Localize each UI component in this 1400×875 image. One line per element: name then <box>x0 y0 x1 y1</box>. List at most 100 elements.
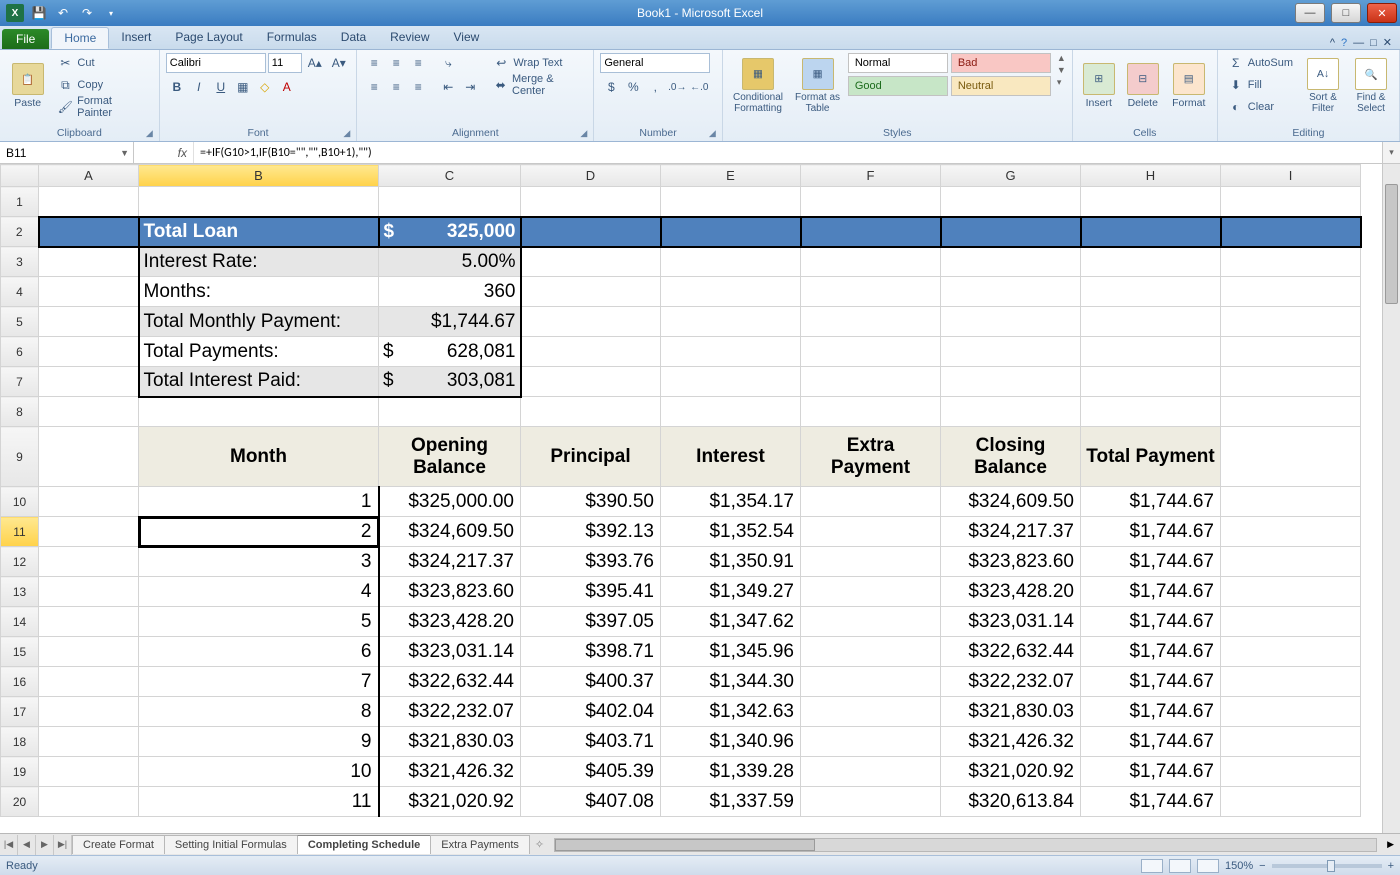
cell[interactable]: $321,426.32 <box>941 727 1081 757</box>
sort-filter-button[interactable]: A↓Sort & Filter <box>1301 53 1345 119</box>
cell[interactable] <box>1081 367 1221 397</box>
cell[interactable]: 9 <box>139 727 379 757</box>
cell[interactable] <box>941 337 1081 367</box>
window-restore-icon[interactable]: □ <box>1370 37 1377 49</box>
cell[interactable]: 1 <box>139 487 379 517</box>
styles-down-icon[interactable]: ▼ <box>1057 65 1066 75</box>
cell[interactable] <box>521 367 661 397</box>
increase-indent-icon[interactable]: ⇥ <box>459 77 481 97</box>
cell[interactable] <box>1081 217 1221 247</box>
cell[interactable] <box>39 427 139 487</box>
cell[interactable] <box>521 307 661 337</box>
cell[interactable] <box>39 697 139 727</box>
select-all-corner[interactable] <box>1 165 39 187</box>
window-min-icon[interactable]: — <box>1353 37 1364 49</box>
row-header-9[interactable]: 9 <box>1 427 39 487</box>
cell[interactable] <box>801 577 941 607</box>
col-header-C[interactable]: C <box>379 165 521 187</box>
minimize-button[interactable]: — <box>1295 3 1325 23</box>
cell[interactable]: $323,823.60 <box>941 547 1081 577</box>
tab-nav-prev-icon[interactable]: ◀ <box>18 835 36 855</box>
cell[interactable]: 7 <box>139 667 379 697</box>
cell[interactable] <box>661 247 801 277</box>
align-bottom-icon[interactable]: ≡ <box>407 53 429 73</box>
cell[interactable] <box>1221 487 1361 517</box>
cell[interactable] <box>1221 547 1361 577</box>
cell[interactable] <box>801 247 941 277</box>
cell[interactable]: $321,830.03 <box>379 727 521 757</box>
accounting-format-icon[interactable]: $ <box>600 77 622 97</box>
cell[interactable] <box>39 187 139 217</box>
hscroll-right-icon[interactable]: ▶ <box>1381 839 1400 850</box>
cell[interactable] <box>801 697 941 727</box>
cell[interactable]: $321,830.03 <box>941 697 1081 727</box>
clipboard-launcher-icon[interactable]: ◢ <box>146 128 153 139</box>
cell[interactable] <box>1081 187 1221 217</box>
file-tab[interactable]: File <box>2 29 49 49</box>
cell[interactable] <box>801 757 941 787</box>
font-color-button[interactable]: A <box>276 77 298 97</box>
comma-format-icon[interactable]: , <box>644 77 666 97</box>
clear-button[interactable]: ◐Clear <box>1224 97 1297 117</box>
cell[interactable] <box>661 337 801 367</box>
cell[interactable]: $1,347.62 <box>661 607 801 637</box>
col-header-D[interactable]: D <box>521 165 661 187</box>
cell[interactable] <box>941 307 1081 337</box>
close-button[interactable]: ✕ <box>1367 3 1397 23</box>
cell[interactable]: $403.71 <box>521 727 661 757</box>
orientation-icon[interactable]: ⤷ <box>437 53 459 73</box>
cell[interactable] <box>1221 397 1361 427</box>
row-header-2[interactable]: 2 <box>1 217 39 247</box>
cell[interactable] <box>801 217 941 247</box>
alignment-launcher-icon[interactable]: ◢ <box>580 128 587 139</box>
cell[interactable] <box>521 217 661 247</box>
cell[interactable] <box>941 277 1081 307</box>
cell[interactable] <box>1221 607 1361 637</box>
minimize-ribbon-icon[interactable]: ^ <box>1330 37 1335 49</box>
cell[interactable] <box>801 277 941 307</box>
ribbon-tab-insert[interactable]: Insert <box>109 27 163 49</box>
zoom-in-icon[interactable]: + <box>1388 860 1394 872</box>
zoom-out-icon[interactable]: − <box>1259 860 1265 872</box>
find-select-button[interactable]: 🔍Find & Select <box>1349 53 1393 119</box>
col-header-B[interactable]: B <box>139 165 379 187</box>
hscroll-thumb[interactable] <box>555 839 815 851</box>
sheet-tab[interactable]: Extra Payments <box>430 835 530 854</box>
cell[interactable] <box>39 517 139 547</box>
format-painter-button[interactable]: 🖌Format Painter <box>53 97 152 117</box>
cell[interactable] <box>801 607 941 637</box>
cell[interactable]: $1,337.59 <box>661 787 801 817</box>
cell[interactable]: $1,744.67 <box>1081 757 1221 787</box>
cell[interactable]: 3 <box>139 547 379 577</box>
cell[interactable] <box>661 187 801 217</box>
percent-format-icon[interactable]: % <box>622 77 644 97</box>
fill-button[interactable]: ⬇Fill <box>1224 75 1297 95</box>
cell[interactable] <box>379 397 521 427</box>
cell[interactable] <box>1221 337 1361 367</box>
cell[interactable] <box>1221 757 1361 787</box>
cell[interactable]: 2 <box>139 517 379 547</box>
style-good[interactable]: Good <box>848 76 948 96</box>
cell[interactable] <box>39 307 139 337</box>
cell[interactable]: $322,232.07 <box>379 697 521 727</box>
cell[interactable] <box>139 397 379 427</box>
styles-more-icon[interactable]: ▾ <box>1057 77 1066 88</box>
format-cells-button[interactable]: ▤Format <box>1167 53 1211 119</box>
fill-color-button[interactable]: ◇ <box>254 77 276 97</box>
expand-formula-bar-icon[interactable]: ▾ <box>1382 142 1400 163</box>
delete-cells-button[interactable]: ⊟Delete <box>1123 53 1163 119</box>
row-header-15[interactable]: 15 <box>1 637 39 667</box>
align-top-icon[interactable]: ≡ <box>363 53 385 73</box>
cell[interactable] <box>801 517 941 547</box>
cell[interactable]: $323,031.14 <box>941 607 1081 637</box>
cell[interactable]: $407.08 <box>521 787 661 817</box>
autosum-button[interactable]: ΣAutoSum <box>1224 53 1297 73</box>
cell[interactable] <box>39 607 139 637</box>
col-header-G[interactable]: G <box>941 165 1081 187</box>
view-normal-icon[interactable] <box>1141 859 1163 873</box>
vscroll-thumb[interactable] <box>1385 184 1398 304</box>
cell[interactable]: $323,428.20 <box>941 577 1081 607</box>
cell[interactable]: $1,342.63 <box>661 697 801 727</box>
cell[interactable] <box>801 487 941 517</box>
cell[interactable] <box>1221 187 1361 217</box>
